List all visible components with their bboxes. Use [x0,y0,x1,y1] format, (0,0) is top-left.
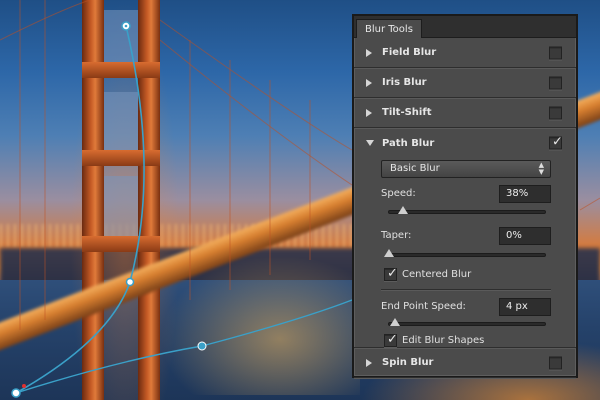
end-point-speed-slider-thumb[interactable] [390,318,401,326]
section-title: Path Blur [382,137,435,149]
section-title: Field Blur [382,47,437,58]
tilt-shift-checkbox[interactable] [549,106,562,119]
path-control-point[interactable] [197,341,207,351]
path-blur-checkbox[interactable]: ✓ [549,134,563,150]
spin-blur-checkbox[interactable] [549,356,562,369]
panel-tab-bar: Blur Tools [354,16,576,38]
speed-slider[interactable] [388,206,546,214]
blur-mode-value: Basic Blur [390,163,440,174]
path-endpoint-dot [124,24,128,28]
section-iris-blur[interactable]: Iris Blur [354,68,576,98]
checkmark-icon: ✓ [387,266,398,281]
section-field-blur[interactable]: Field Blur [354,38,576,68]
section-path-blur[interactable]: Path Blur ✓ [354,128,576,158]
checkmark-icon: ✓ [387,332,398,347]
path-endpoint-speed-marker[interactable] [22,384,26,388]
disclosure-triangle-collapsed-icon[interactable] [366,358,372,367]
path-start-handle[interactable] [11,388,21,398]
blur-path-curve-secondary[interactable] [15,299,353,394]
speed-slider-thumb[interactable] [398,206,409,214]
edit-blur-shapes-checkbox[interactable]: ✓ [384,332,398,347]
speed-label: Speed: [381,188,416,199]
centered-blur-label: Centered Blur [402,269,472,280]
section-title: Iris Blur [382,77,427,88]
taper-slider[interactable] [384,249,546,257]
disclosure-triangle-expanded-icon[interactable] [366,140,374,146]
checkmark-icon: ✓ [552,134,563,150]
section-title: Tilt-Shift [382,107,432,118]
taper-slider-thumb[interactable] [384,249,394,257]
centered-blur-checkbox[interactable]: ✓ [384,266,398,281]
divider [381,289,551,290]
iris-blur-checkbox[interactable] [549,76,562,89]
blur-path-curve[interactable] [15,25,145,394]
taper-input[interactable]: 0% [499,227,551,245]
select-arrows-icon: ▲ ▼ [538,161,544,176]
end-point-speed-label: End Point Speed: [381,301,466,312]
end-point-speed-input[interactable]: 4 px [499,298,551,316]
edit-blur-shapes-label: Edit Blur Shapes [402,335,485,346]
path-blur-settings: Basic Blur ▲ ▼ Speed: 38% Taper: 0% ✓ Cen… [354,158,576,348]
section-tilt-shift[interactable]: Tilt-Shift [354,98,576,128]
end-point-speed-slider[interactable] [388,318,546,326]
blur-mode-select[interactable]: Basic Blur ▲ ▼ [381,160,551,178]
disclosure-triangle-collapsed-icon[interactable] [366,78,372,87]
section-spin-blur[interactable]: Spin Blur [354,348,576,378]
disclosure-triangle-collapsed-icon[interactable] [366,48,372,57]
taper-label: Taper: [381,230,412,241]
speed-input[interactable]: 38% [499,185,551,203]
tab-blur-tools[interactable]: Blur Tools [356,19,422,38]
field-blur-checkbox[interactable] [549,46,562,59]
cable [579,197,600,211]
disclosure-triangle-collapsed-icon[interactable] [366,108,372,117]
blur-tools-panel: Blur Tools Field Blur Iris Blur Tilt-Shi… [352,14,578,378]
cable [159,39,353,186]
section-title: Spin Blur [382,357,434,368]
cable [159,19,353,151]
path-control-point[interactable] [125,277,135,287]
